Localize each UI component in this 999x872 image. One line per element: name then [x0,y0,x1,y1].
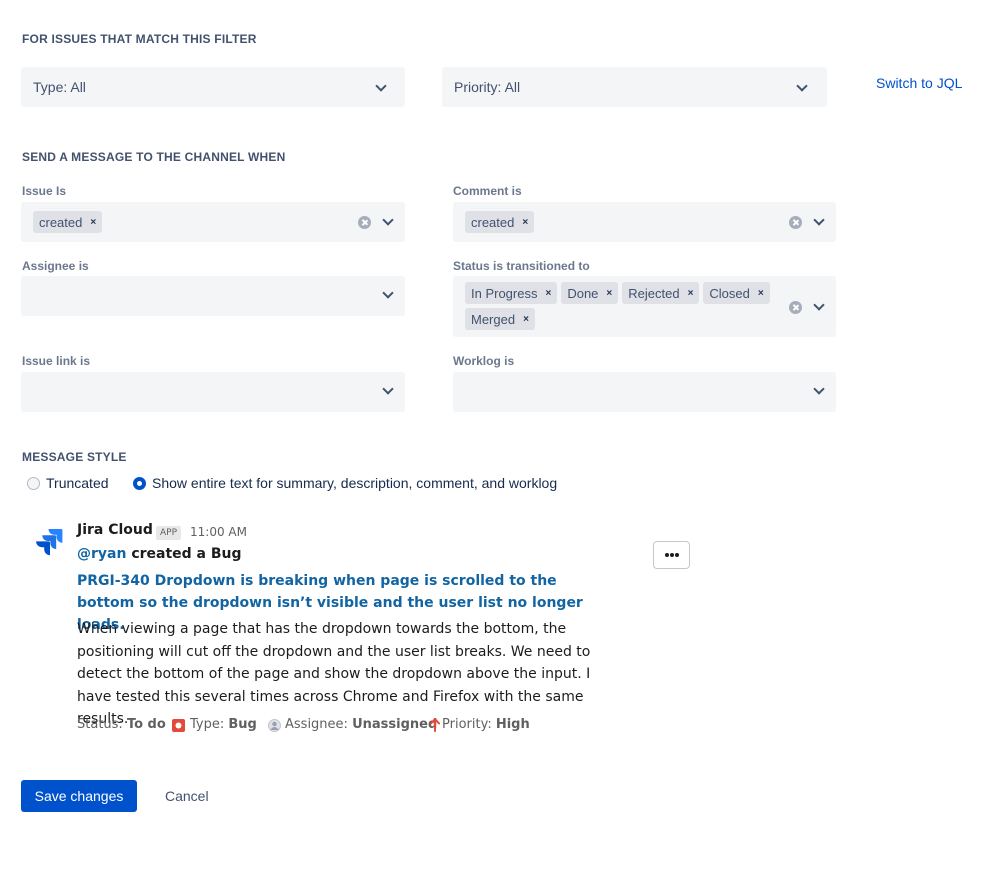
more-actions-button[interactable] [653,541,690,569]
tag-merged: Merged × [465,308,535,330]
issue-link-is-label: Issue link is [22,354,91,368]
comment-is-select[interactable]: created × [453,202,836,242]
tag-created: created × [465,211,535,233]
tag-in-progress: In Progress × [465,282,558,304]
priority-value: High [495,717,530,732]
status-transitioned-select[interactable]: In Progress × Done × Rejected × Closed × Mer… [453,276,836,337]
truncated-radio-label[interactable]: Truncated [46,475,109,491]
meta-priority: Priority: High [442,717,530,732]
type-label: Type: [190,717,225,732]
comment-is-label: Comment is [453,184,522,198]
priority-select-value: Priority: All [454,79,521,95]
meta-status: Status: To do [77,717,166,732]
tag-label: created [39,214,83,230]
triggers-section-title: SEND A MESSAGE TO THE CHANNEL WHEN [22,150,286,164]
sender-name[interactable]: Jira Cloud [77,522,153,538]
clear-icon[interactable] [789,301,802,314]
worklog-is-label: Worklog is [453,354,515,368]
tag-done: Done × [561,282,619,304]
bug-icon [172,719,185,732]
message-time[interactable]: 11:00 AM [190,525,247,539]
cancel-button[interactable]: Cancel [165,788,209,804]
save-changes-button[interactable]: Save changes [21,780,137,812]
comment-is-tags: created × [465,211,785,233]
tag-label: created [471,214,515,230]
issue-is-tags: created × [33,211,353,233]
clear-icon[interactable] [789,216,802,229]
remove-tag-icon[interactable]: × [545,288,551,299]
remove-tag-icon[interactable]: × [758,288,764,299]
type-value: Bug [228,717,257,732]
more-horizontal-icon [665,553,679,557]
tag-label: Merged [471,311,516,327]
filter-section-title: FOR ISSUES THAT MATCH THIS FILTER [22,32,257,46]
full-text-radio[interactable] [133,477,146,490]
worklog-is-select[interactable] [453,372,836,412]
issue-is-label: Issue Is [22,184,67,198]
tag-rejected: Rejected × [622,282,700,304]
issue-link-is-select[interactable] [21,372,405,412]
tag-closed: Closed × [703,282,770,304]
action-text: created a Bug [131,546,242,562]
priority-label: Priority: [442,717,492,732]
remove-tag-icon[interactable]: × [522,217,528,228]
meta-assignee: Assignee: Unassigned [285,717,437,732]
assignee-is-select[interactable] [21,276,405,316]
chevron-down-icon[interactable] [814,216,824,226]
tag-label: Done [567,285,599,301]
assignee-label: Assignee: [285,717,348,732]
truncated-radio[interactable] [27,477,40,490]
status-value: To do [126,717,166,732]
meta-type: Type: Bug [190,717,257,732]
type-select[interactable]: Type: All [21,67,405,107]
remove-tag-icon[interactable]: × [606,288,612,299]
chevron-down-icon [376,82,386,92]
type-select-value: Type: All [33,79,86,95]
arrow-up-icon [430,718,440,732]
issue-is-select[interactable]: created × [21,202,405,242]
remove-tag-icon[interactable]: × [688,288,694,299]
remove-tag-icon[interactable]: × [90,217,96,228]
chevron-down-icon[interactable] [383,216,393,226]
user-avatar-icon [268,719,281,732]
chevron-down-icon[interactable] [383,289,393,299]
chevron-down-icon [797,82,807,92]
chevron-down-icon[interactable] [814,385,824,395]
message-style-section-title: MESSAGE STYLE [22,450,127,464]
chevron-down-icon[interactable] [814,301,824,311]
full-text-radio-label[interactable]: Show entire text for summary, descriptio… [152,475,557,491]
message-headline: @ryan created a Bug [77,546,242,562]
priority-select[interactable]: Priority: All [442,67,827,107]
tag-label: Closed [709,285,750,301]
status-label: Status: [77,717,123,732]
app-badge: APP [156,526,182,540]
issue-description: When viewing a page that has the dropdow… [77,621,591,727]
clear-icon[interactable] [358,216,371,229]
switch-to-jql-link[interactable]: Switch to JQL [876,75,962,91]
tag-created: created × [33,211,103,233]
remove-tag-icon[interactable]: × [523,314,529,325]
tag-label: Rejected [628,285,680,301]
assignee-is-label: Assignee is [22,259,89,273]
chevron-down-icon[interactable] [383,385,393,395]
tag-label: In Progress [471,285,538,301]
user-mention[interactable]: @ryan [77,546,126,562]
status-tags: In Progress × Done × Rejected × Closed × Mer… [465,282,785,330]
assignee-value: Unassigned [352,717,438,732]
status-transitioned-label: Status is transitioned to [453,259,590,273]
jira-logo-icon [36,529,63,556]
